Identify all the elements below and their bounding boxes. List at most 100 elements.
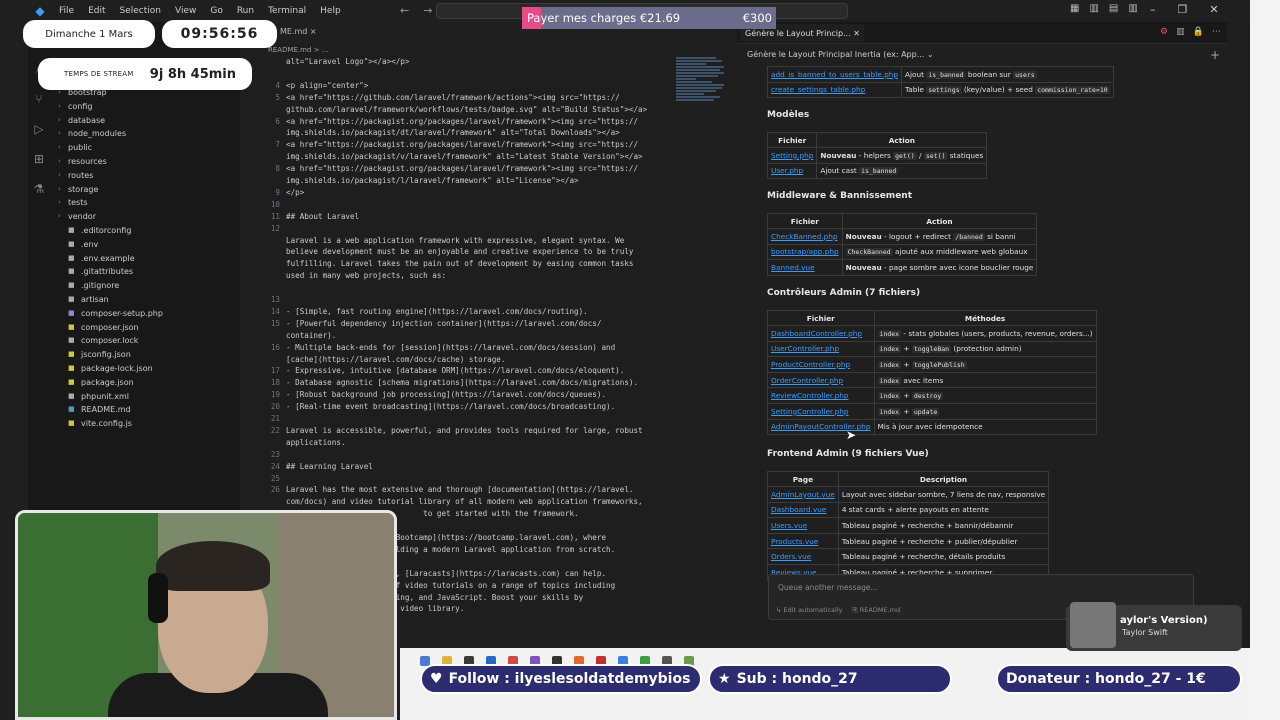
middleware-table: Fichier Action CheckBanned.php Nouveau - lo… [767, 213, 1038, 276]
table-row: AdminLayout.vue Layout avec sidebar sombr… [767, 486, 1050, 503]
chat-title[interactable]: Génère le Layout Principal Inertia (ex: … [747, 50, 934, 59]
file-link[interactable]: create_settings_table.php [766, 81, 903, 99]
explorer-item-label: config [68, 101, 93, 111]
forward-arrow-icon[interactable]: → [423, 4, 432, 17]
extensions-icon[interactable]: ⊞ [28, 148, 50, 170]
menu-selection[interactable]: Selection [113, 6, 168, 16]
line-number: 22 [270, 425, 280, 435]
testing-icon[interactable]: ⚗ [28, 178, 50, 200]
table-row: SettingController.php index + update [767, 402, 1097, 420]
edit-automatically[interactable]: ↳ Edit automatically [776, 606, 842, 615]
explorer-item-label: .env [81, 239, 99, 249]
explorer-item[interactable]: ■ README.md [58, 403, 238, 417]
file-link[interactable]: bootstrap/app.php [767, 243, 843, 261]
methods-cell: index + update [873, 402, 1097, 420]
header-row: Page Description [767, 471, 1050, 487]
close-tab-icon[interactable]: ✕ [853, 29, 860, 38]
explorer-item[interactable]: ■ .gitignore [58, 279, 238, 293]
explorer-item[interactable]: ■ composer.lock [58, 334, 238, 348]
donateur-banner: Donateur : hondo_27 - 1€ [996, 664, 1242, 694]
explorer-item[interactable]: ■ .env [58, 238, 238, 252]
back-arrow-icon[interactable]: ← [400, 4, 409, 17]
more-icon[interactable]: ⋯ [1212, 27, 1221, 37]
explorer-item[interactable]: ■ artisan [58, 293, 238, 307]
file-link[interactable]: Orders.vue [767, 548, 839, 565]
file-link[interactable]: AdminPayoutController.php [767, 418, 875, 436]
explorer-item[interactable]: › storage [58, 183, 238, 197]
methods-cell: index + destroy [873, 387, 1097, 404]
code-line: fulfilling. Laravel takes the pain out o… [286, 259, 634, 269]
header-row: Fichier Action [766, 132, 988, 148]
context-file[interactable]: ⎘ README.md [852, 606, 900, 615]
settings-icon[interactable]: ⚙ [1160, 27, 1168, 37]
explorer-item[interactable]: ■ .gitattributes [58, 265, 238, 279]
file-icon: ■ [68, 308, 75, 317]
explorer-item[interactable]: ■ .editorconfig [58, 224, 238, 238]
file-link[interactable]: Setting.php [766, 147, 818, 164]
code-line: Laravel has the most extensive and thoro… [286, 485, 634, 495]
explorer-item[interactable]: ■ package-lock.json [58, 362, 238, 376]
cell-text: Ajout cast [820, 166, 860, 176]
explorer-item[interactable]: › resources [58, 155, 238, 169]
file-link[interactable]: ReviewController.php [767, 387, 875, 404]
explorer-item[interactable]: ■ .env.example [58, 252, 238, 266]
explorer-item[interactable]: › database [58, 114, 238, 128]
minimap[interactable] [676, 56, 728, 176]
file-link[interactable]: CheckBanned.php [767, 228, 843, 245]
tab-readme[interactable]: ME.md × [280, 27, 317, 36]
file-link[interactable]: ProductController.php [767, 356, 875, 373]
menu-edit[interactable]: Edit [81, 6, 112, 16]
section-middleware: Middleware & Bannissement [767, 191, 913, 201]
menu-file[interactable]: File [52, 6, 81, 16]
explorer-item[interactable]: ■ vite.config.js [58, 417, 238, 431]
lock-icon[interactable]: 🔒 [1193, 27, 1204, 37]
menu-view[interactable]: View [168, 6, 203, 16]
nav-arrows: ← → [400, 4, 432, 17]
panel-toggle-icon[interactable]: ▤ [1109, 3, 1118, 14]
inline-code: settings [926, 86, 962, 95]
explorer-item[interactable]: › routes [58, 169, 238, 183]
explorer-item[interactable]: › node_modules [58, 127, 238, 141]
menu-terminal[interactable]: Terminal [261, 6, 313, 16]
layout-icon[interactable]: ▦ [1070, 3, 1079, 14]
explorer-item[interactable]: ■ phpunit.xml [58, 390, 238, 404]
explorer-item[interactable]: › vendor [58, 210, 238, 224]
new-chat-icon[interactable]: + [1210, 48, 1220, 62]
methods-cell: index + togglePublish [873, 356, 1097, 373]
menu-go[interactable]: Go [203, 6, 229, 16]
explorer-item[interactable]: › tests [58, 196, 238, 210]
file-link[interactable]: Banned.vue [767, 259, 843, 276]
layout-controls: ▦ ▥ ▤ ▥ [1070, 3, 1138, 14]
file-link[interactable]: Users.vue [767, 517, 839, 534]
explorer-item[interactable]: ■ jsconfig.json [58, 348, 238, 362]
restore-icon[interactable]: ❐ [1178, 3, 1188, 16]
cell-text: si banni [984, 231, 1016, 241]
secondary-sidebar-icon[interactable]: ▥ [1128, 3, 1137, 14]
file-link[interactable]: Products.vue [767, 532, 839, 550]
table-row: DashboardController.php index - stats glo… [767, 325, 1097, 342]
menu-run[interactable]: Run [230, 6, 261, 16]
file-link[interactable]: add_is_banned_to_users_table.php [766, 66, 903, 83]
explorer-item[interactable]: › config [58, 100, 238, 114]
file-link[interactable]: Dashboard.vue [767, 501, 839, 519]
source-control-icon[interactable]: ⑂ [28, 88, 50, 110]
explorer-item[interactable]: › public [58, 141, 238, 155]
sidebar-toggle-icon[interactable]: ▥ [1089, 3, 1098, 14]
file-link[interactable]: DashboardController.php [767, 325, 875, 342]
explorer-item[interactable]: ■ composer-setup.php [58, 307, 238, 321]
minimize-icon[interactable]: – [1150, 3, 1156, 16]
donation-goal-label: Payer mes charges €21.69 [527, 11, 681, 25]
file-link[interactable]: OrderController.php [767, 371, 875, 389]
explorer-item[interactable]: ■ package.json [58, 376, 238, 390]
file-link[interactable]: UserController.php [767, 340, 875, 358]
file-link[interactable]: AdminLayout.vue [767, 486, 839, 503]
explorer-item[interactable]: ■ composer.json [58, 321, 238, 335]
file-link[interactable]: SettingController.php [767, 402, 875, 420]
split-icon[interactable]: ▥ [1176, 27, 1185, 37]
menu-help[interactable]: Help [313, 6, 348, 16]
file-link[interactable]: User.php [766, 162, 818, 180]
cell-text: (key/value) + seed [963, 85, 1033, 95]
run-debug-icon[interactable]: ▷ [28, 118, 50, 140]
line-number: 12 [270, 223, 280, 233]
close-window-icon[interactable]: ✕ [1209, 3, 1218, 16]
